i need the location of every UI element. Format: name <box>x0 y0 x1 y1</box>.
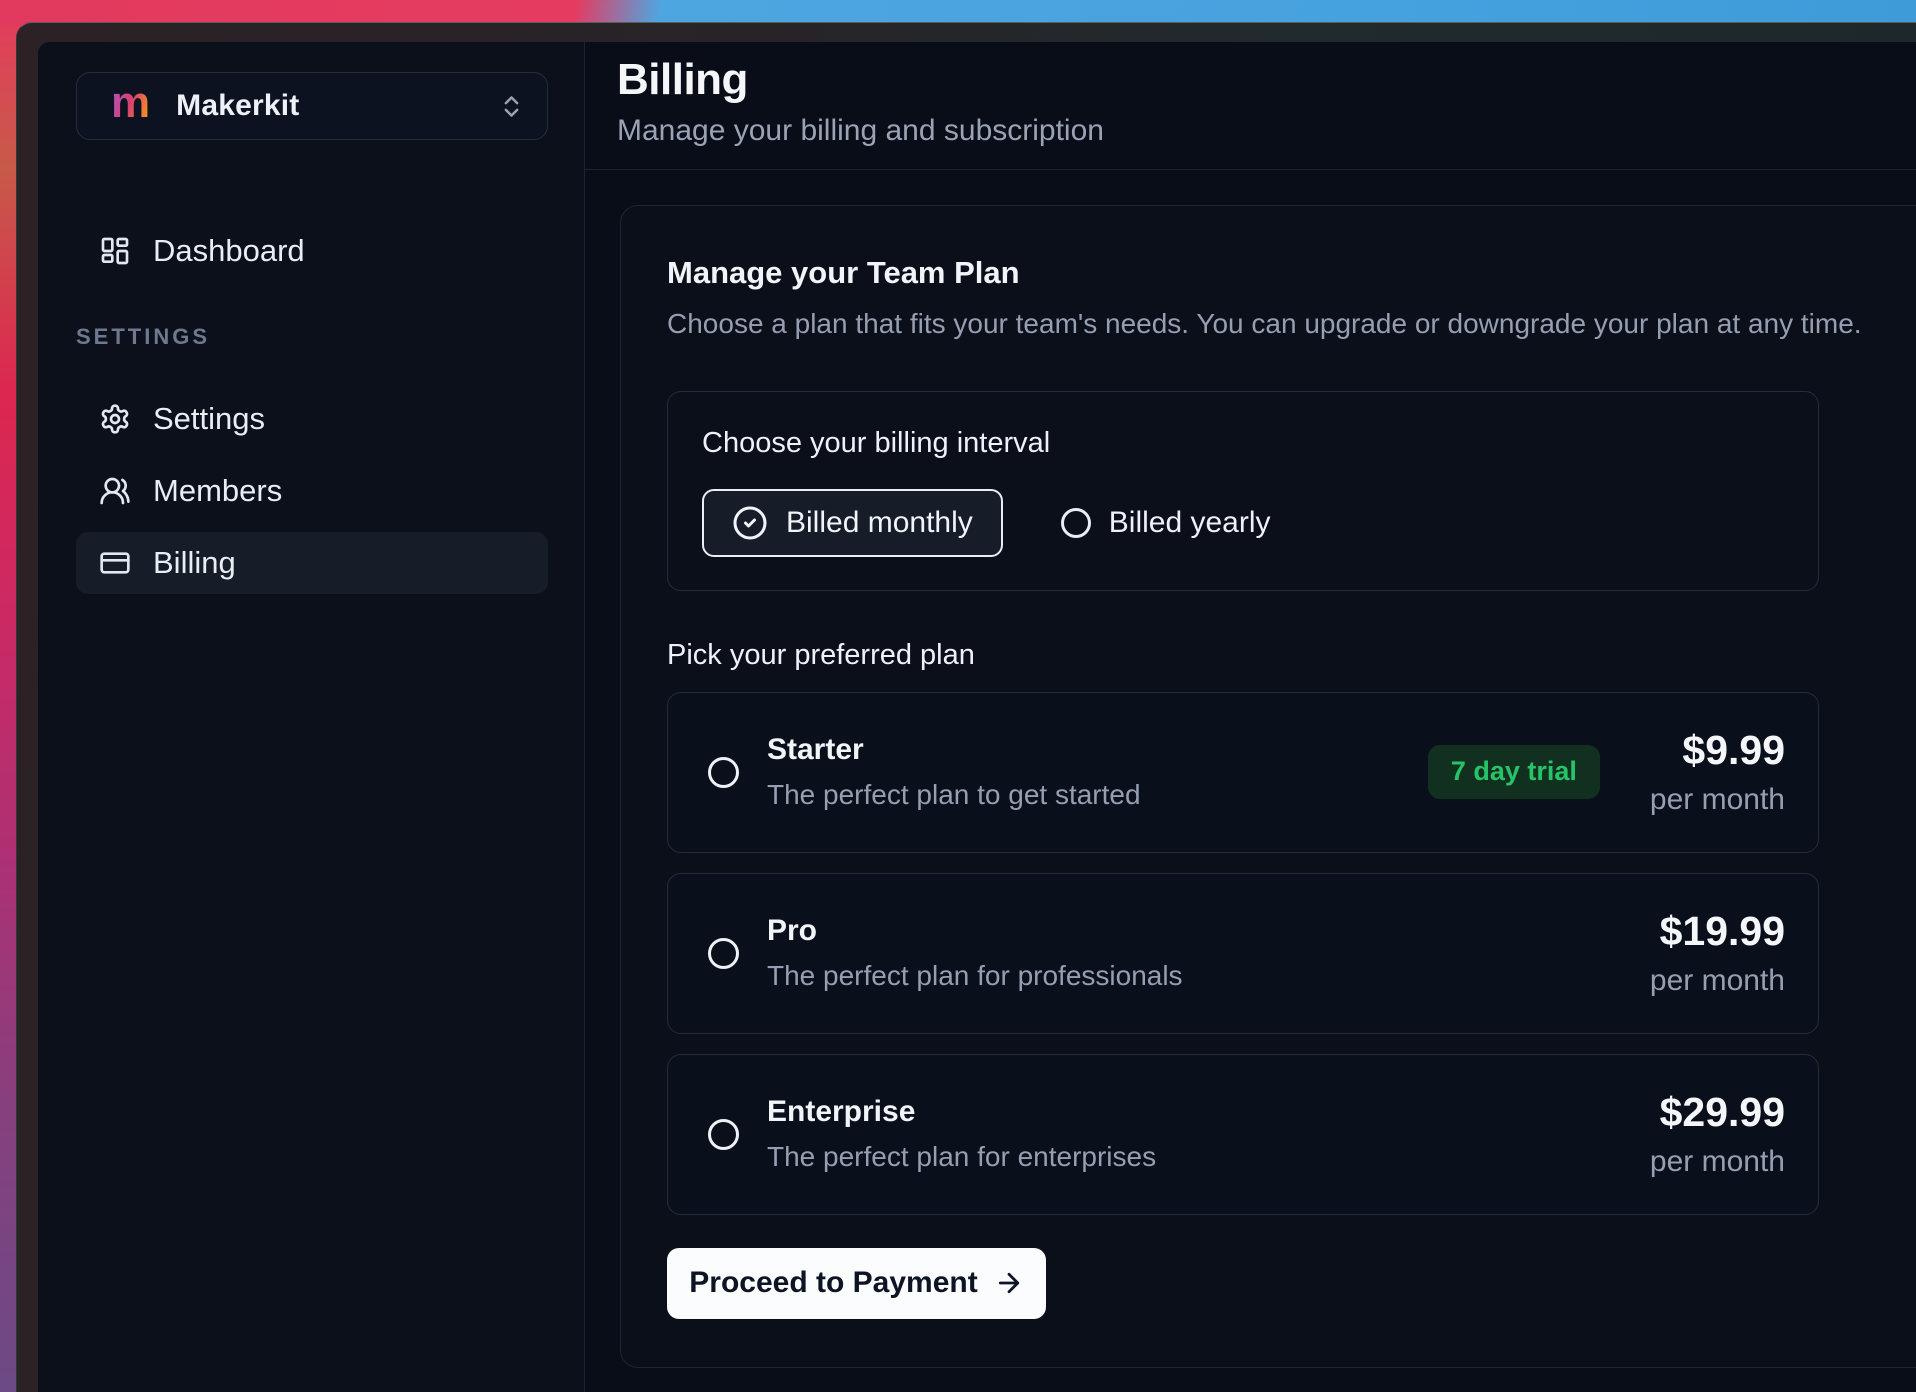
plan-price: $9.99 <box>1650 727 1785 774</box>
sidebar-item-settings[interactable]: Settings <box>76 388 548 450</box>
plan-period: per month <box>1650 963 1785 999</box>
page-title: Billing <box>617 54 1916 107</box>
app-surface: m Makerkit Dashboard SETTINGS <box>38 42 1916 1392</box>
workspace-name: Makerkit <box>176 89 498 123</box>
plan-price-block: $29.99 per month <box>1650 1089 1785 1180</box>
billed-yearly-label: Billed yearly <box>1109 506 1271 540</box>
billed-yearly-option[interactable]: Billed yearly <box>1061 506 1271 540</box>
proceed-button-label: Proceed to Payment <box>689 1266 977 1300</box>
plan-list: Starter The perfect plan to get started … <box>667 692 1819 1215</box>
billing-interval-label: Choose your billing interval <box>702 426 1784 461</box>
sidebar: m Makerkit Dashboard SETTINGS <box>38 42 585 1392</box>
sidebar-nav: Dashboard SETTINGS Settings Members <box>76 220 548 594</box>
plan-info: Starter The perfect plan to get started <box>767 732 1428 812</box>
credit-card-icon <box>99 547 131 579</box>
radio-icon[interactable] <box>708 757 739 788</box>
plan-period: per month <box>1650 782 1785 818</box>
sidebar-item-members[interactable]: Members <box>76 460 548 522</box>
check-circle-icon <box>732 505 768 541</box>
trial-badge: 7 day trial <box>1428 745 1600 799</box>
plan-name: Enterprise <box>767 1094 1650 1130</box>
app-window: m Makerkit Dashboard SETTINGS <box>16 22 1916 1392</box>
arrow-right-icon <box>994 1268 1024 1298</box>
billed-monthly-label: Billed monthly <box>786 506 973 540</box>
sidebar-item-label: Billing <box>153 545 236 581</box>
page-subtitle: Manage your billing and subscription <box>617 113 1916 149</box>
plan-description: The perfect plan for professionals <box>767 959 1650 993</box>
main-content: Billing Manage your billing and subscrip… <box>585 42 1916 1392</box>
sidebar-item-label: Members <box>153 473 282 509</box>
gear-icon <box>99 403 131 435</box>
radio-icon[interactable] <box>708 938 739 969</box>
billing-interval-options: Billed monthly Billed yearly <box>702 489 1784 557</box>
plan-name: Starter <box>767 732 1428 768</box>
layout-dashboard-icon <box>99 235 131 267</box>
plan-price: $19.99 <box>1650 908 1785 955</box>
sidebar-section-settings-label: SETTINGS <box>76 324 548 350</box>
billed-monthly-option[interactable]: Billed monthly <box>702 489 1003 557</box>
chevrons-up-down-icon <box>498 93 525 120</box>
plan-row-starter[interactable]: Starter The perfect plan to get started … <box>667 692 1819 853</box>
sidebar-item-dashboard[interactable]: Dashboard <box>76 220 548 282</box>
billing-interval-box: Choose your billing interval Billed mont… <box>667 391 1819 591</box>
radio-icon[interactable] <box>708 1119 739 1150</box>
plan-name: Pro <box>767 913 1650 949</box>
plan-card-description: Choose a plan that fits your team's need… <box>667 307 1916 341</box>
plan-info: Pro The perfect plan for professionals <box>767 913 1650 993</box>
plan-description: The perfect plan to get started <box>767 778 1428 812</box>
plan-card-title: Manage your Team Plan <box>667 254 1916 291</box>
plan-period: per month <box>1650 1144 1785 1180</box>
plan-row-pro[interactable]: Pro The perfect plan for professionals $… <box>667 873 1819 1034</box>
plan-picker-label: Pick your preferred plan <box>667 638 1916 673</box>
radio-icon <box>1061 508 1091 538</box>
users-icon <box>99 475 131 507</box>
plan-info: Enterprise The perfect plan for enterpri… <box>767 1094 1650 1174</box>
sidebar-item-billing[interactable]: Billing <box>76 532 548 594</box>
workspace-selector[interactable]: m Makerkit <box>76 72 548 140</box>
proceed-to-payment-button[interactable]: Proceed to Payment <box>667 1248 1046 1319</box>
plan-price: $29.99 <box>1650 1089 1785 1136</box>
page-header: Billing Manage your billing and subscrip… <box>585 42 1916 170</box>
plan-price-block: $19.99 per month <box>1650 908 1785 999</box>
billing-content: Manage your Team Plan Choose a plan that… <box>585 170 1916 1368</box>
plan-row-enterprise[interactable]: Enterprise The perfect plan for enterpri… <box>667 1054 1819 1215</box>
plan-price-block: $9.99 per month <box>1650 727 1785 818</box>
sidebar-item-label: Dashboard <box>153 233 305 269</box>
plan-description: The perfect plan for enterprises <box>767 1140 1650 1174</box>
team-plan-card: Manage your Team Plan Choose a plan that… <box>620 205 1916 1368</box>
sidebar-item-label: Settings <box>153 401 265 437</box>
makerkit-logo: m <box>111 81 150 125</box>
